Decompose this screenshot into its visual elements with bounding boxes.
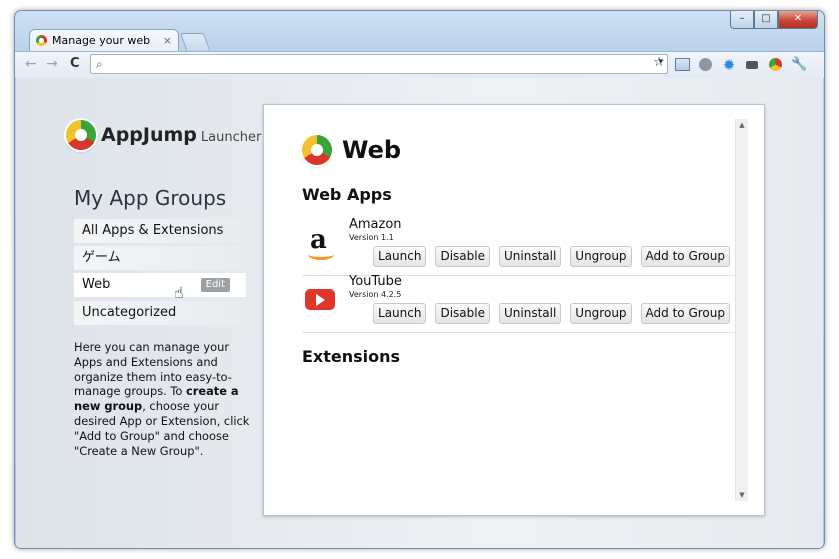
tab-close-icon[interactable]: × — [163, 30, 172, 52]
maximize-button[interactable]: □ — [754, 11, 778, 29]
appjump-logo: AppJump Launcher — [66, 118, 261, 152]
wrench-icon[interactable]: 🔧 — [791, 57, 807, 73]
group-item-games[interactable]: ゲーム — [74, 246, 246, 270]
web-apps-heading: Web Apps — [302, 185, 392, 204]
search-icon: ⌕ — [96, 57, 103, 71]
scroll-down-icon[interactable]: ▼ — [736, 491, 748, 499]
group-item-all[interactable]: All Apps & Extensions — [74, 219, 246, 243]
camera-icon[interactable] — [744, 57, 760, 73]
star-icon[interactable]: ☆ — [651, 55, 667, 71]
help-text: Here you can manage your Apps and Extens… — [74, 340, 254, 458]
app-row-youtube: YouTube Version 4.2.5 Launch Disable Uni… — [302, 274, 736, 333]
browser-toolbar: ← → C ⌕ ▾ ☆ ✹ 🔧 — [15, 51, 824, 79]
gear-extension-icon[interactable]: ✹ — [721, 57, 737, 73]
disable-button[interactable]: Disable — [435, 303, 490, 324]
chrome-icon[interactable] — [768, 57, 784, 73]
app-row-amazon: a Amazon Version 1.1 Launch Disable Unin… — [302, 217, 736, 276]
page-title: Web — [302, 135, 401, 165]
logo-subtitle: Launcher — [200, 129, 262, 145]
group-label: All Apps & Extensions — [82, 223, 224, 238]
group-item-web[interactable]: Web Edit — [74, 273, 246, 297]
app-version: Version 1.1 — [349, 233, 394, 242]
page-icon[interactable] — [674, 57, 690, 73]
forward-icon[interactable]: → — [46, 56, 58, 72]
group-label: ゲーム — [82, 250, 121, 265]
app-name: Amazon — [349, 217, 402, 232]
scroll-up-icon[interactable]: ▲ — [736, 121, 748, 129]
youtube-icon — [305, 284, 335, 314]
window-controls: – □ ✕ — [730, 11, 818, 29]
page-content: AppJump Launcher My App Groups All Apps … — [16, 78, 823, 548]
omnibox[interactable]: ⌕ ▾ — [90, 54, 668, 74]
app-name: YouTube — [349, 274, 402, 289]
app-actions: Launch Disable Uninstall Ungroup Add to … — [373, 246, 730, 267]
app-actions: Launch Disable Uninstall Ungroup Add to … — [373, 303, 730, 324]
launch-button[interactable]: Launch — [373, 246, 427, 267]
main-panel: Web Web Apps a Amazon Version 1.1 Launch… — [263, 104, 765, 516]
minimize-button[interactable]: – — [730, 11, 754, 29]
browser-window: – □ ✕ Manage your web apps × ← → C ⌕ ▾ ☆… — [14, 10, 825, 549]
add-to-group-button[interactable]: Add to Group — [640, 303, 730, 324]
extensions-heading: Extensions — [302, 347, 401, 366]
reload-icon[interactable]: C — [70, 56, 80, 71]
appjump-logo-icon — [66, 120, 96, 150]
group-item-uncategorized[interactable]: Uncategorized — [74, 301, 246, 325]
extension-icon[interactable] — [698, 57, 714, 73]
scrollbar[interactable]: ▲ ▼ — [735, 119, 748, 501]
uninstall-button[interactable]: Uninstall — [498, 246, 562, 267]
new-tab-button[interactable] — [179, 33, 211, 50]
launch-button[interactable]: Launch — [373, 303, 427, 324]
group-label: Web — [82, 277, 111, 292]
edit-group-button[interactable]: Edit — [200, 278, 230, 292]
web-group-icon — [302, 135, 332, 165]
chrome-favicon-icon — [36, 35, 47, 46]
ungroup-button[interactable]: Ungroup — [570, 303, 632, 324]
disable-button[interactable]: Disable — [435, 246, 490, 267]
logo-name: AppJump — [101, 124, 197, 146]
groups-title: My App Groups — [74, 186, 227, 210]
add-to-group-button[interactable]: Add to Group — [640, 246, 730, 267]
ungroup-button[interactable]: Ungroup — [570, 246, 632, 267]
close-button[interactable]: ✕ — [778, 11, 818, 29]
page-title-text: Web — [342, 136, 402, 164]
uninstall-button[interactable]: Uninstall — [498, 303, 562, 324]
app-version: Version 4.2.5 — [349, 290, 402, 299]
sidebar: AppJump Launcher My App Groups All Apps … — [16, 78, 261, 548]
hand-cursor-icon: ☝ — [174, 283, 184, 302]
back-icon[interactable]: ← — [25, 56, 37, 72]
amazon-icon: a — [305, 225, 335, 260]
browser-tab[interactable]: Manage your web apps × — [29, 29, 179, 69]
group-label: Uncategorized — [82, 305, 177, 320]
